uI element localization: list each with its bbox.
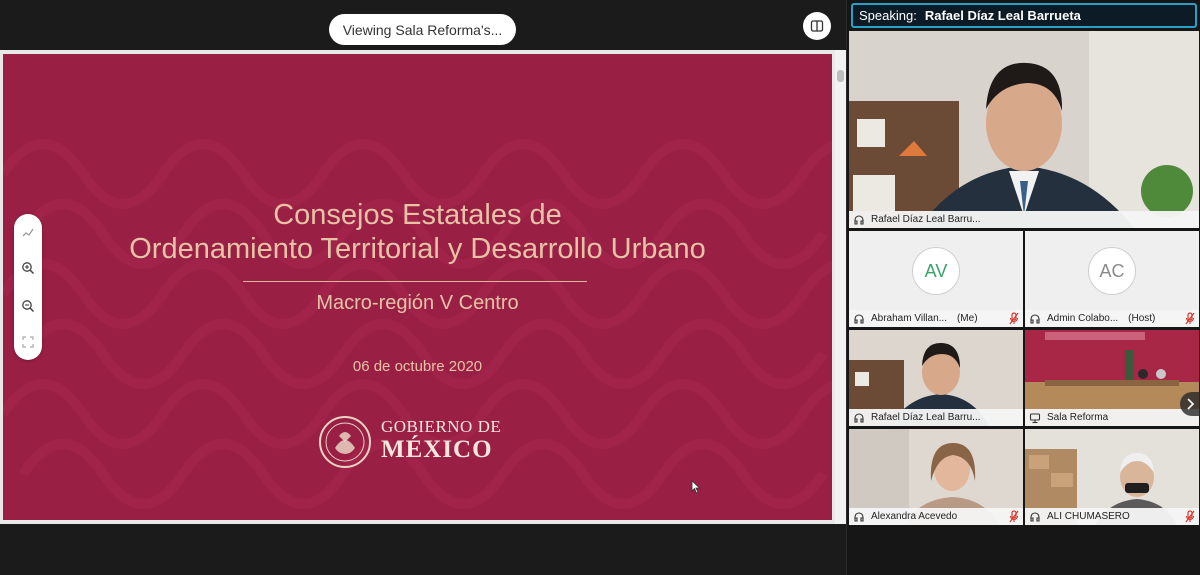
participant-name: Alexandra Acevedo <box>871 511 958 522</box>
logo-text-line1: GOBIERNO DE <box>381 417 502 436</box>
avatar: AC <box>1088 247 1136 295</box>
headset-icon <box>854 214 864 225</box>
participant-name: Admin Colabo... <box>1047 313 1119 324</box>
participants-video-panel: Speaking: Rafael Díaz Leal Barrueta Rafa… <box>846 0 1200 575</box>
tile-name-bar: Admin Colabo... (Host) <box>1025 310 1199 327</box>
video-feed-image <box>849 31 1199 228</box>
muted-mic-icon <box>1009 312 1019 325</box>
slide-title: Consejos Estatales de Ordenamiento Terri… <box>3 198 832 266</box>
speaking-name: Rafael Díaz Leal Barrueta <box>924 8 1081 23</box>
participant-tile-rafael[interactable]: Rafael Díaz Leal Barru... <box>849 330 1023 426</box>
zoom-toolbar <box>14 214 42 360</box>
headset-icon <box>1030 511 1040 522</box>
participant-tile-ac[interactable]: AC Admin Colabo... (Host) <box>1025 231 1199 327</box>
split-view-icon <box>810 20 824 32</box>
zoom-in-icon <box>22 262 35 275</box>
tile-name-bar: Rafael Díaz Leal Barru... <box>849 409 1023 426</box>
headset-icon <box>854 511 864 522</box>
annotate-icon <box>22 228 34 237</box>
shared-content-area: Viewing Sala Reforma's... Consejos Estat… <box>0 0 846 575</box>
slide-title-line2: Ordenamiento Territorial y Desarrollo Ur… <box>129 233 706 265</box>
participant-name: Abraham Villan... <box>871 313 947 324</box>
active-speaker-bar: Speaking: Rafael Díaz Leal Barrueta <box>851 3 1197 28</box>
tile-name-bar: Abraham Villan... (Me) <box>849 310 1023 327</box>
avatar: AV <box>912 247 960 295</box>
layout-toggle-button[interactable] <box>803 12 831 40</box>
speaking-label: Speaking: <box>859 8 917 23</box>
tile-name-bar: Rafael Díaz Leal Barru... <box>849 211 1199 228</box>
slide-title-line1: Consejos Estatales de <box>273 199 562 231</box>
zoom-out-icon <box>22 300 35 313</box>
tile-name-bar: ALI CHUMASERO <box>1025 508 1199 525</box>
next-participants-button[interactable] <box>1180 392 1200 416</box>
fit-screen-button[interactable] <box>18 332 38 352</box>
participant-name: Rafael Díaz Leal Barru... <box>871 214 981 225</box>
participant-tile-ali-chumasero[interactable]: ALI CHUMASERO <box>1025 429 1199 525</box>
participant-tile-sala-reforma[interactable]: Sala Reforma <box>1025 330 1199 426</box>
tile-name-bar: Alexandra Acevedo <box>849 508 1023 525</box>
gobierno-de-mexico-logo: GOBIERNO DE MÉXICO <box>317 414 517 470</box>
slide-date: 06 de octubre 2020 <box>352 358 483 375</box>
scrollbar-thumb[interactable] <box>837 70 844 82</box>
muted-mic-icon <box>1185 510 1195 523</box>
viewing-share-button[interactable]: Viewing Sala Reforma's... <box>329 14 516 45</box>
headset-icon <box>1030 313 1040 324</box>
webex-meeting-window: Viewing Sala Reforma's... Consejos Estat… <box>0 0 1200 575</box>
annotate-button[interactable] <box>18 222 38 242</box>
mouse-cursor-icon <box>691 480 701 494</box>
slide-subtitle: Macro-región V Centro <box>316 292 519 314</box>
headset-icon <box>854 412 864 423</box>
participant-name: ALI CHUMASERO <box>1047 511 1130 522</box>
zoom-out-button[interactable] <box>18 296 38 316</box>
tile-name-bar: Sala Reforma <box>1025 409 1199 426</box>
chevron-right-icon <box>1187 398 1195 410</box>
participant-tag: (Host) <box>1128 313 1156 324</box>
muted-mic-icon <box>1009 510 1019 523</box>
slide-scrollbar[interactable] <box>835 50 846 524</box>
presentation-slide: Consejos Estatales de Ordenamiento Terri… <box>3 54 832 520</box>
zoom-in-button[interactable] <box>18 258 38 278</box>
mexico-coat-of-arms-emblem <box>319 416 371 468</box>
participant-tile-av[interactable]: AV Abraham Villan... (Me) <box>849 231 1023 327</box>
slide-divider <box>243 281 587 282</box>
participant-name: Rafael Díaz Leal Barru... <box>871 412 981 423</box>
viewing-share-label: Viewing Sala Reforma's... <box>342 21 503 38</box>
fit-screen-icon <box>22 336 34 348</box>
participant-tag: (Me) <box>956 313 978 324</box>
slide-frame: Consejos Estatales de Ordenamiento Terri… <box>0 50 846 524</box>
participant-name: Sala Reforma <box>1047 412 1109 423</box>
active-speaker-video[interactable]: Rafael Díaz Leal Barru... <box>849 31 1199 228</box>
muted-mic-icon <box>1185 312 1195 325</box>
headset-icon <box>854 313 864 324</box>
room-device-icon <box>1029 412 1041 423</box>
logo-text-line2: MÉXICO <box>381 436 493 463</box>
participant-tile-alexandra[interactable]: Alexandra Acevedo <box>849 429 1023 525</box>
